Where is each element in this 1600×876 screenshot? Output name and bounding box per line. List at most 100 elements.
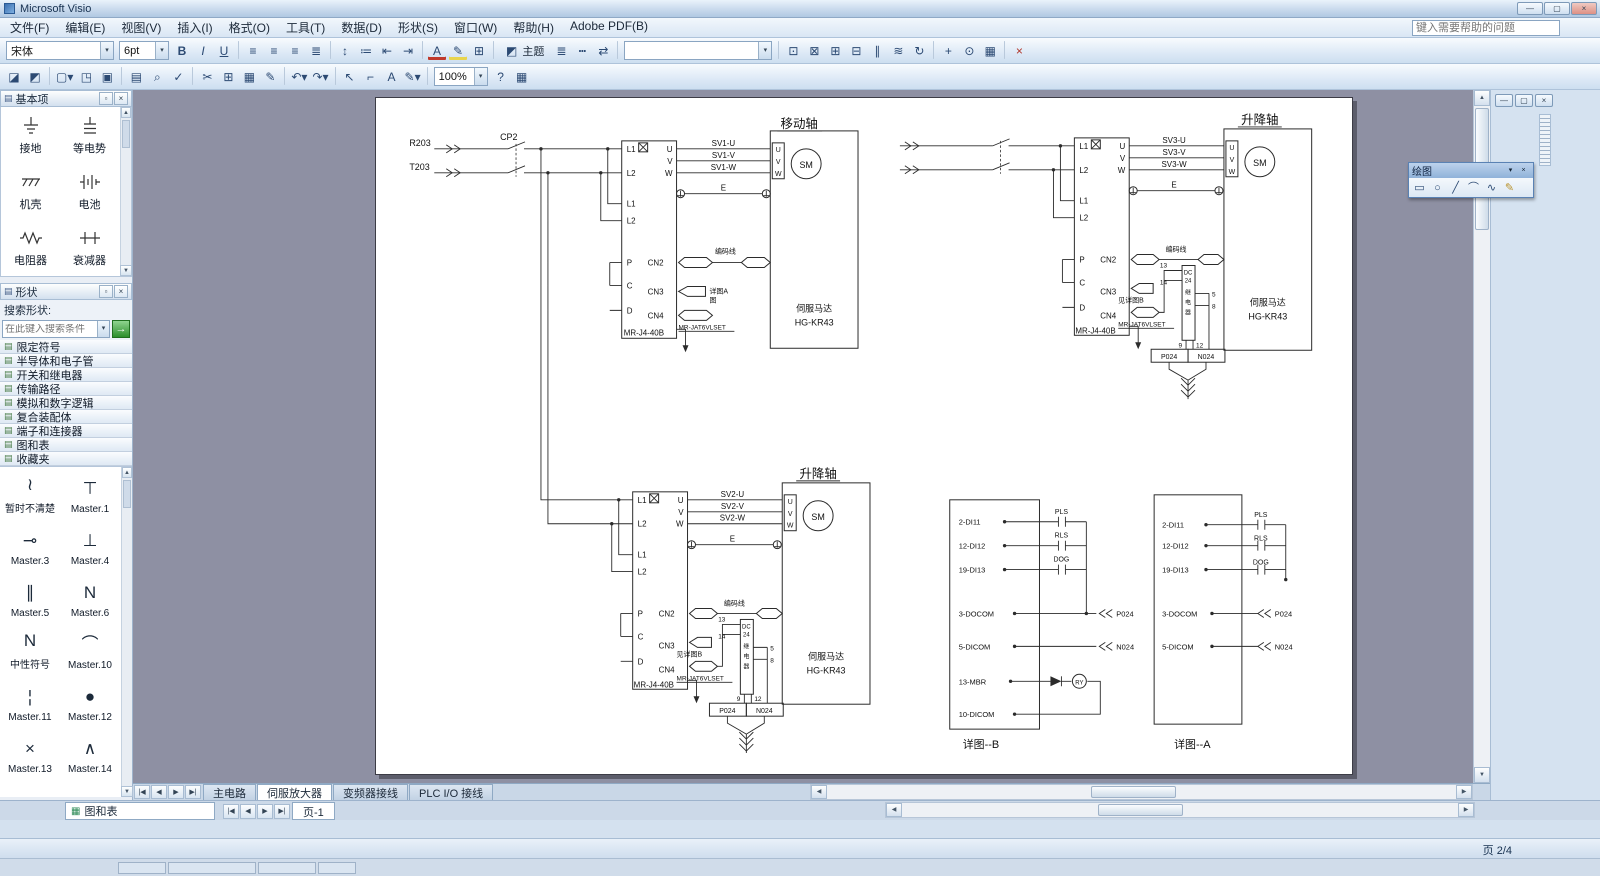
snap-icon[interactable]: + bbox=[938, 41, 958, 61]
separator[interactable] bbox=[192, 67, 193, 85]
tab-nav-button[interactable]: ◀ bbox=[151, 785, 167, 799]
paste-icon[interactable]: ▦ bbox=[239, 67, 259, 87]
maximize-icon[interactable]: ▢ bbox=[1544, 2, 1570, 15]
adobe-pdf-icon[interactable]: ◪ bbox=[4, 67, 24, 87]
send-back-icon[interactable]: ⊠ bbox=[804, 41, 824, 61]
menu-tools[interactable]: 工具(T) bbox=[278, 17, 333, 38]
font-name-combo[interactable]: 宋体 ▾ bbox=[6, 41, 114, 60]
separator[interactable] bbox=[427, 67, 428, 85]
scrollbar-thumb[interactable] bbox=[122, 120, 130, 148]
copy-icon[interactable]: ⊞ bbox=[218, 67, 238, 87]
ungroup-icon[interactable]: ⊟ bbox=[846, 41, 866, 61]
scroll-down-icon[interactable]: ▼ bbox=[121, 786, 133, 797]
master-neutral[interactable]: N 中性符号 bbox=[0, 623, 60, 675]
rectangle-tool-icon[interactable]: ▭ bbox=[1411, 180, 1428, 196]
close-icon[interactable]: × bbox=[1517, 165, 1530, 177]
decrease-indent-icon[interactable]: ⇤ bbox=[377, 41, 397, 61]
underline-icon[interactable]: U bbox=[214, 41, 234, 61]
separator[interactable] bbox=[1004, 41, 1005, 59]
master-10[interactable]: ⌒ Master.10 bbox=[60, 623, 120, 675]
scroll-left-icon[interactable]: ◀ bbox=[886, 803, 902, 817]
highlight-icon[interactable]: ✎ bbox=[448, 41, 468, 61]
master-unclear[interactable]: ≀ 暂时不清楚 bbox=[0, 467, 60, 519]
pencil-tool-icon[interactable]: ✎ bbox=[1501, 180, 1518, 196]
drawing-page[interactable]: 移动轴 R203 T203 CP2 L1 L2 L1 L2 P C bbox=[375, 97, 1353, 775]
sheet-tab-inverter-wiring[interactable]: 变频器接线 bbox=[333, 784, 408, 800]
shape-resistor[interactable]: 电阻器 bbox=[1, 219, 60, 275]
minimize-icon[interactable]: — bbox=[1517, 2, 1543, 15]
menu-insert[interactable]: 插入(I) bbox=[169, 17, 220, 38]
shape-chassis[interactable]: 机壳 bbox=[1, 163, 60, 219]
scroll-right-icon[interactable]: ▶ bbox=[1458, 803, 1474, 817]
scrollbar-thumb[interactable] bbox=[1098, 804, 1183, 816]
close-icon[interactable]: × bbox=[1571, 2, 1597, 15]
separator[interactable] bbox=[238, 41, 239, 59]
sheet-tab-plc-io-wiring[interactable]: PLC I/O 接线 bbox=[409, 784, 493, 800]
menu-adobe-pdf[interactable]: Adobe PDF(B) bbox=[562, 17, 656, 38]
pdf-settings-icon[interactable]: ◩ bbox=[25, 67, 45, 87]
chevron-down-icon[interactable]: ▾ bbox=[100, 42, 113, 59]
horizontal-scrollbar[interactable]: ◀ ▶ bbox=[810, 784, 1473, 800]
spelling-icon[interactable]: ✓ bbox=[168, 67, 188, 87]
new-drawing-icon[interactable]: ▢▾ bbox=[54, 67, 75, 87]
font-size-combo[interactable]: 6pt ▾ bbox=[119, 41, 169, 60]
sheet-tab-servo-amplifier[interactable]: 伺服放大器 bbox=[257, 784, 332, 800]
scroll-down-icon[interactable]: ▼ bbox=[120, 265, 132, 276]
connector-tool-icon[interactable]: ⌐ bbox=[361, 67, 381, 87]
basic-items-title-bar[interactable]: ▤ 基本项 ▫ × bbox=[0, 90, 132, 107]
master-11[interactable]: ¦ Master.11 bbox=[0, 675, 60, 727]
freeform-tool-icon[interactable]: ∿ bbox=[1483, 180, 1500, 196]
stamp-tool-icon[interactable]: ✎▾ bbox=[403, 67, 423, 87]
master-1[interactable]: ⊤ Master.1 bbox=[60, 467, 120, 519]
zoom-combo[interactable]: 100% ▾ bbox=[434, 67, 488, 86]
separator[interactable] bbox=[422, 41, 423, 59]
drawing-toolbar[interactable]: 绘图 ▾ × ▭○╱⌒∿✎ bbox=[1408, 162, 1534, 198]
scroll-up-icon[interactable]: ▲ bbox=[1474, 90, 1490, 106]
circuit-lift-axis-1[interactable]: 升降轴 L1 L2 L1 L2 P C D CN2 CN3 bbox=[900, 112, 1312, 399]
tab-nav-button[interactable]: |◀ bbox=[223, 804, 239, 819]
dynamic-grid-icon[interactable]: ▦ bbox=[980, 41, 1000, 61]
float-panel-icon[interactable]: ▫ bbox=[99, 92, 113, 105]
print-icon[interactable]: ▤ bbox=[126, 67, 146, 87]
master-5[interactable]: ∥ Master.5 bbox=[0, 571, 60, 623]
close-icon[interactable]: × bbox=[1535, 94, 1553, 107]
bullets-icon[interactable]: ≔ bbox=[356, 41, 376, 61]
master-14[interactable]: ∧ Master.14 bbox=[60, 727, 120, 779]
tab-nav-button[interactable]: |◀ bbox=[134, 785, 150, 799]
master-4[interactable]: ⊥ Master.4 bbox=[60, 519, 120, 571]
rotate-icon[interactable]: ↻ bbox=[909, 41, 929, 61]
chevron-down-icon[interactable]: ▾ bbox=[758, 42, 771, 59]
group-icon[interactable]: ⊞ bbox=[825, 41, 845, 61]
separator[interactable] bbox=[493, 41, 494, 59]
master-13[interactable]: × Master.13 bbox=[0, 727, 60, 779]
restore-icon[interactable]: ▢ bbox=[1515, 94, 1533, 107]
italic-icon[interactable]: I bbox=[193, 41, 213, 61]
separator[interactable] bbox=[49, 67, 50, 85]
drawing-toolbar-title[interactable]: 绘图 ▾ × bbox=[1409, 163, 1533, 178]
tab-nav-button[interactable]: ▶ bbox=[257, 804, 273, 819]
cut-icon[interactable]: ✂ bbox=[197, 67, 217, 87]
menu-window[interactable]: 窗口(W) bbox=[446, 17, 505, 38]
separator[interactable] bbox=[335, 67, 336, 85]
menu-edit[interactable]: 编辑(E) bbox=[57, 17, 113, 38]
scrollbar-thumb[interactable] bbox=[1091, 786, 1176, 798]
close-toolbar-icon[interactable]: × bbox=[1009, 41, 1029, 61]
scroll-left-icon[interactable]: ◀ bbox=[811, 785, 827, 799]
text-tool-icon[interactable]: A bbox=[382, 67, 402, 87]
undo-icon[interactable]: ↶▾ bbox=[289, 67, 309, 87]
close-panel-icon[interactable]: × bbox=[114, 285, 128, 298]
align-shapes-icon[interactable]: ∥ bbox=[867, 41, 887, 61]
separator[interactable] bbox=[933, 41, 934, 59]
glue-icon[interactable]: ⊙ bbox=[959, 41, 979, 61]
separator[interactable] bbox=[330, 41, 331, 59]
stencil-window-tab[interactable]: ▦ 图和表 bbox=[65, 802, 215, 820]
pointer-tool-icon[interactable]: ↖ bbox=[340, 67, 360, 87]
line-spacing-icon[interactable]: ↕ bbox=[335, 41, 355, 61]
page-tab[interactable]: 页-1 bbox=[292, 802, 335, 820]
format-painter-icon[interactable]: ✎ bbox=[260, 67, 280, 87]
menu-view[interactable]: 视图(V) bbox=[113, 17, 169, 38]
help-icon[interactable]: ? bbox=[491, 67, 511, 87]
wiring-diagram[interactable]: 移动轴 R203 T203 CP2 L1 L2 L1 L2 P C bbox=[376, 98, 1352, 774]
arc-tool-icon[interactable]: ⌒ bbox=[1465, 180, 1482, 196]
shape-equipotential[interactable]: 等电势 bbox=[60, 107, 119, 163]
